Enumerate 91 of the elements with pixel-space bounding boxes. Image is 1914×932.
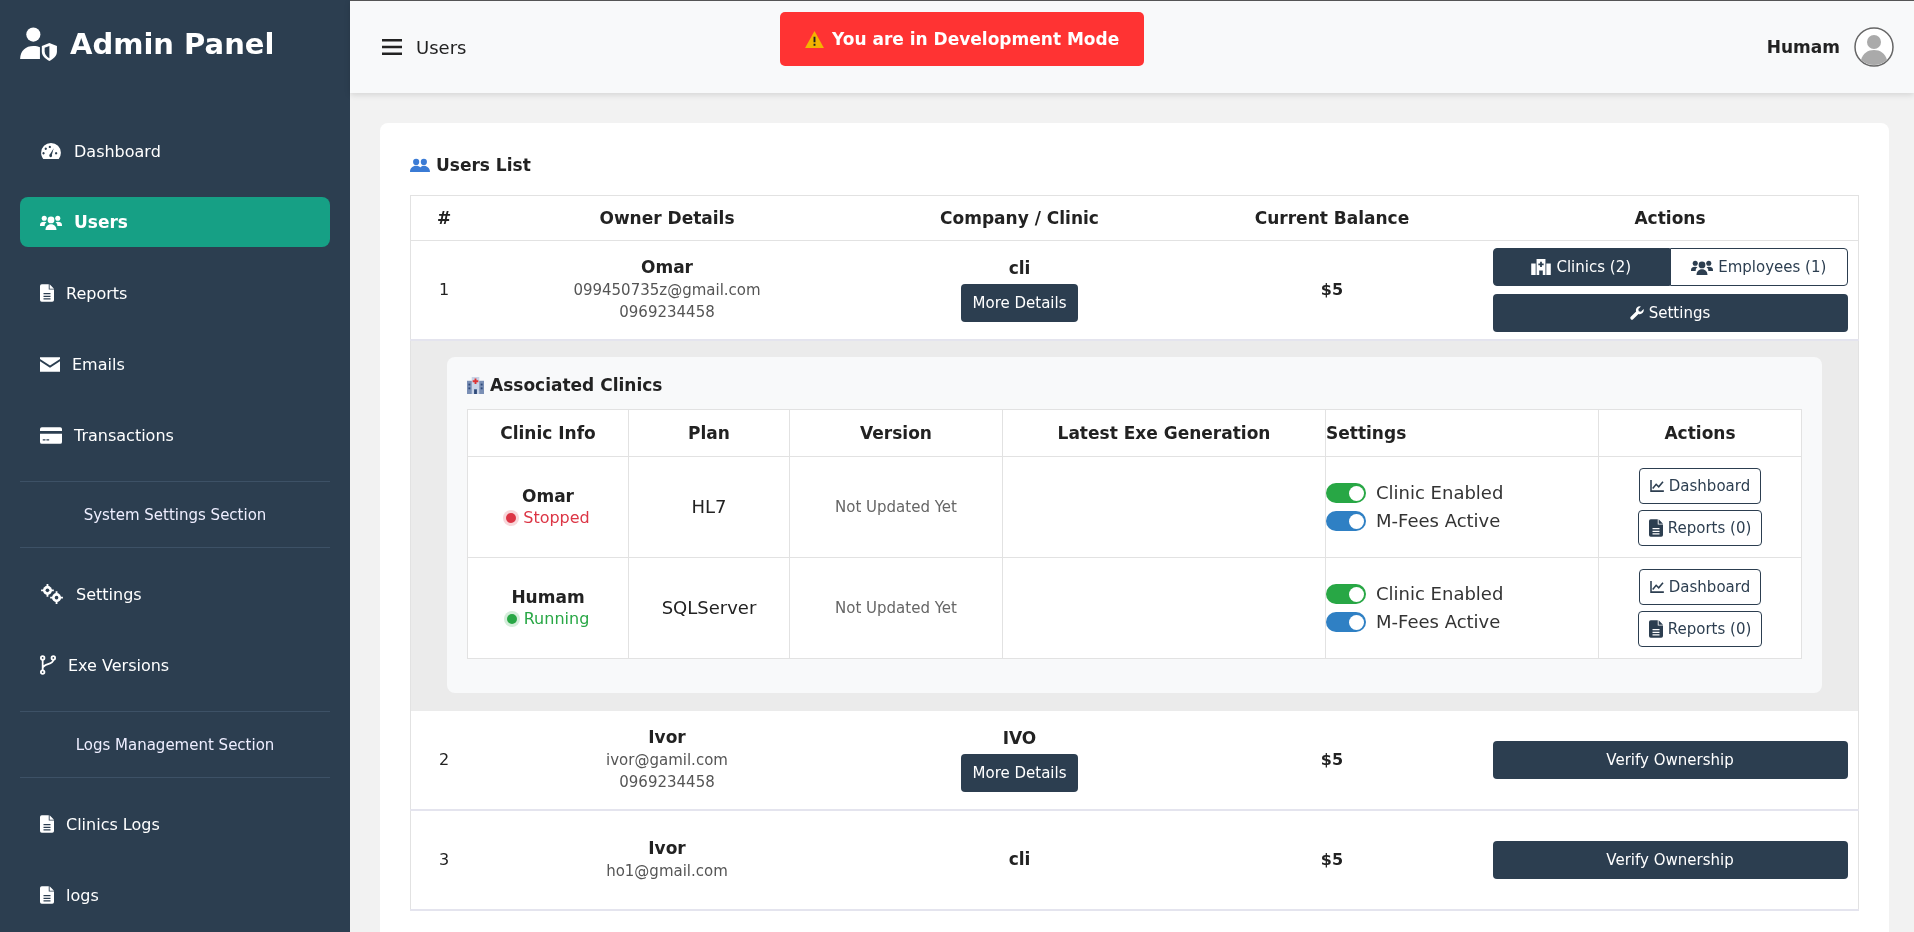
sidebar-item[interactable]: Transactions	[20, 410, 330, 460]
company-name: cli	[1007, 849, 1032, 869]
owner-phone: 0969234458	[618, 302, 716, 323]
hospital-icon	[467, 376, 484, 394]
dashboard-button[interactable]: Dashboard	[1638, 569, 1762, 605]
switch-label: M-Fees Active	[1376, 612, 1501, 632]
column-header: Plan	[628, 409, 790, 457]
table-cell: 2	[410, 711, 477, 810]
document-icon	[1648, 519, 1663, 537]
gears-icon	[40, 584, 64, 604]
sidebar-item[interactable]: Emails	[20, 339, 330, 389]
column-header: Latest Exe Generation	[1002, 409, 1326, 457]
balance-cell: $5	[1182, 810, 1482, 910]
warning-icon	[805, 30, 824, 48]
section-heading: Logs Management Section	[75, 735, 275, 754]
sidebar-item[interactable]: Exe Versions	[20, 640, 330, 690]
owner-name: Omar	[640, 257, 694, 277]
status-text: Running	[523, 609, 590, 629]
owner-email: 099450735z@gmail.com	[572, 280, 762, 301]
table-cell: SQLServer	[628, 557, 790, 659]
toggle-switch[interactable]	[1326, 511, 1366, 531]
table-cell: Not Updated Yet	[789, 456, 1003, 558]
toggle-tab[interactable]: Clinics (2)	[1492, 248, 1670, 286]
document-icon	[1648, 620, 1663, 638]
app-title: Admin Panel	[70, 27, 275, 61]
users-icon	[40, 213, 62, 231]
column-header: Current Balance	[1182, 195, 1482, 241]
switch-label: Clinic Enabled	[1376, 483, 1504, 503]
column-header: Company / Clinic	[857, 195, 1182, 241]
gauge-icon	[40, 142, 62, 160]
owner-email: ivor@gamil.com	[605, 750, 729, 771]
menu-icon[interactable]	[382, 39, 402, 55]
toggle-switch[interactable]	[1326, 612, 1366, 632]
column-header: Actions	[1482, 195, 1859, 241]
owner-phone: 0969234458	[618, 772, 716, 793]
toggle-switch[interactable]	[1326, 483, 1366, 503]
column-header: Version	[789, 409, 1003, 457]
document-icon	[40, 815, 54, 833]
column-header: Clinic Info	[467, 409, 629, 457]
sidebar-item[interactable]: Clinics Logs	[20, 799, 330, 849]
column-header: Settings	[1325, 409, 1599, 457]
status-text: Stopped	[523, 508, 590, 528]
sidebar-item[interactable]: Settings	[20, 569, 330, 619]
avatar-icon[interactable]	[1854, 27, 1894, 67]
user-name: Humam	[1766, 37, 1840, 57]
building-icon	[1531, 259, 1552, 275]
owner-name: Ivor	[647, 838, 687, 858]
wrench-icon	[1629, 306, 1644, 320]
verify-ownership-button[interactable]: Verify Ownership	[1492, 841, 1848, 879]
switch-label: M-Fees Active	[1376, 511, 1501, 531]
table-cell: HL7	[628, 456, 790, 558]
clinic-name: Omar	[521, 486, 575, 506]
owner-email: ho1@gmail.com	[605, 861, 729, 882]
balance-cell: $5	[1182, 711, 1482, 810]
document-icon	[40, 886, 54, 904]
line-chart-icon	[1649, 581, 1664, 593]
credit-card-icon	[40, 426, 62, 444]
document-icon	[40, 284, 54, 302]
company-name: IVO	[1001, 728, 1038, 748]
owner-name: Ivor	[647, 727, 687, 747]
table-cell: 3	[410, 810, 477, 910]
line-chart-icon	[1649, 480, 1664, 492]
toggle-switch[interactable]	[1326, 584, 1366, 604]
section-title: Users List	[436, 155, 531, 175]
column-header: Owner Details	[477, 195, 857, 241]
column-header: Actions	[1598, 409, 1802, 457]
dashboard-button[interactable]: Dashboard	[1638, 468, 1762, 504]
clinic-name: Humam	[510, 587, 586, 607]
section-heading: System Settings Section	[83, 505, 267, 524]
reports-button[interactable]: Reports (0)	[1637, 611, 1763, 647]
alert-text: You are in Development Mode	[832, 29, 1120, 49]
sidebar-item[interactable]: logs	[20, 870, 330, 920]
more-details-button[interactable]: More Details	[960, 284, 1079, 322]
envelope-icon	[40, 356, 60, 372]
section-title: Associated Clinics	[490, 375, 663, 395]
page-title: Users	[416, 36, 467, 58]
users-icon	[410, 158, 430, 172]
more-details-button[interactable]: More Details	[960, 754, 1079, 792]
column-header: #	[410, 195, 477, 241]
verify-ownership-button[interactable]: Verify Ownership	[1492, 741, 1848, 779]
toggle-tab[interactable]: Employees (1)	[1670, 248, 1848, 286]
switch-label: Clinic Enabled	[1376, 584, 1504, 604]
user-shield-icon	[20, 27, 58, 61]
branch-icon	[40, 655, 56, 675]
company-name: cli	[1007, 258, 1032, 278]
sidebar-item[interactable]: Dashboard	[20, 126, 330, 176]
sidebar-item[interactable]: Reports	[20, 268, 330, 318]
reports-button[interactable]: Reports (0)	[1637, 510, 1763, 546]
users-icon	[1691, 258, 1714, 276]
table-cell: Not Updated Yet	[789, 557, 1003, 659]
settings-button[interactable]: Settings	[1492, 294, 1848, 332]
